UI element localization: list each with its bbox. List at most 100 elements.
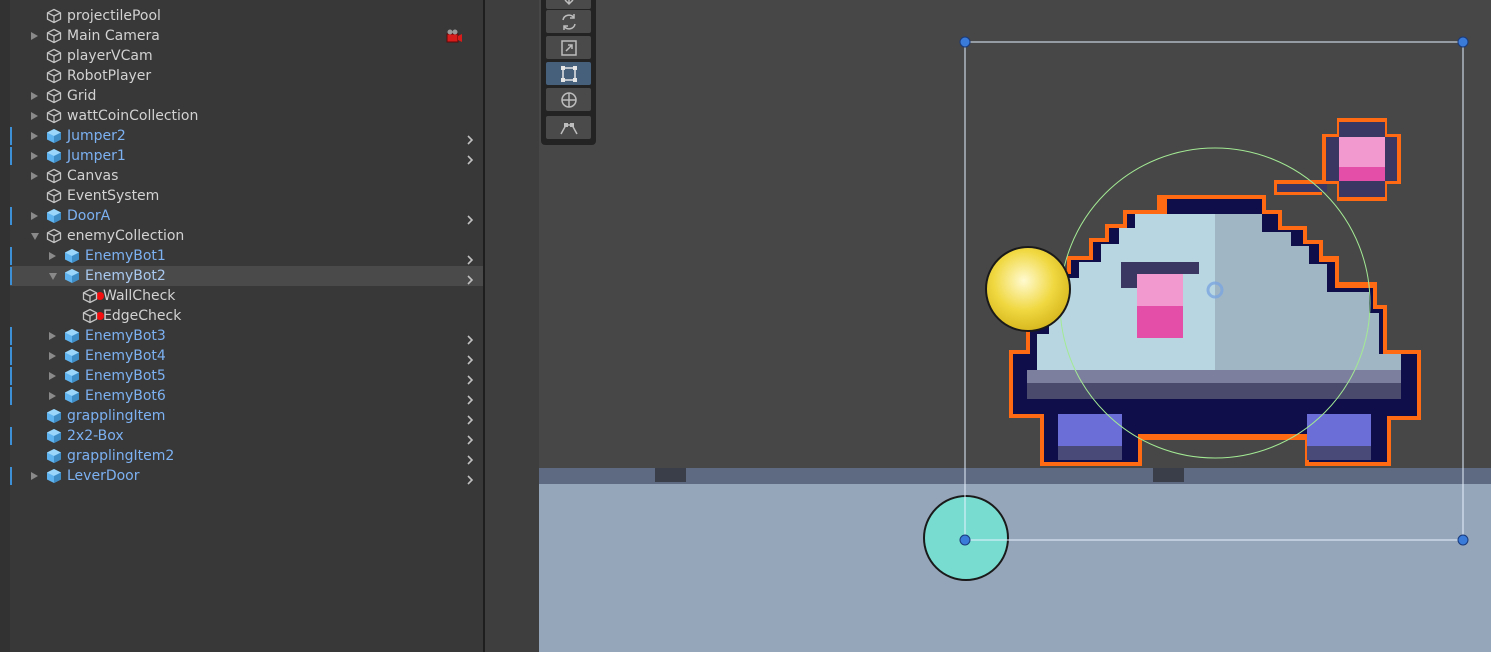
prefab-override-bar: [10, 127, 12, 145]
hierarchy-item-2x2-box[interactable]: 2x2-Box: [10, 426, 483, 446]
rect-tool-button[interactable]: [546, 62, 591, 85]
open-prefab-arrow-icon[interactable]: [465, 211, 475, 225]
open-prefab-arrow-icon[interactable]: [465, 351, 475, 365]
open-prefab-arrow-icon[interactable]: [465, 451, 475, 465]
hierarchy-item-label: EventSystem: [67, 188, 160, 204]
prefab-override-bar: [10, 387, 12, 405]
hierarchy-item-label: Main Camera: [67, 28, 160, 44]
foldout-collapsed-icon[interactable]: [31, 112, 38, 120]
transform-tool-button[interactable]: [546, 88, 591, 111]
scale-tool-button[interactable]: [546, 36, 591, 59]
prefab-cube-icon: [64, 348, 80, 364]
hierarchy-item-label: EnemyBot2: [85, 268, 166, 284]
foldout-expanded-icon[interactable]: [31, 233, 39, 240]
rect-handle-top-right[interactable]: [1457, 36, 1469, 48]
foldout-collapsed-icon[interactable]: [49, 332, 56, 340]
hierarchy-item-label: EdgeCheck: [103, 308, 182, 324]
hierarchy-item-label: EnemyBot4: [85, 348, 166, 364]
gameobject-cube-icon: [46, 28, 62, 44]
hierarchy-item-enemybot4[interactable]: EnemyBot4: [10, 346, 483, 366]
rect-handle-bottom-left[interactable]: [959, 534, 971, 546]
hierarchy-item-doora[interactable]: DoorA: [10, 206, 483, 226]
prefab-cube-icon: [64, 328, 80, 344]
camera-gizmo-icon: [445, 28, 463, 44]
hierarchy-item-enemybot1[interactable]: EnemyBot1: [10, 246, 483, 266]
foldout-collapsed-icon[interactable]: [49, 392, 56, 400]
hierarchy-item-eventsystem[interactable]: EventSystem: [10, 186, 483, 206]
prefab-cube-icon: [64, 388, 80, 404]
hierarchy-item-main-camera[interactable]: Main Camera: [10, 26, 483, 46]
hierarchy-item-leverdoor[interactable]: LeverDoor: [10, 466, 483, 486]
hierarchy-item-label: grapplingItem2: [67, 448, 175, 464]
foldout-collapsed-icon[interactable]: [31, 132, 38, 140]
gameobject-cube-icon: [46, 8, 62, 24]
open-prefab-arrow-icon[interactable]: [465, 271, 475, 285]
open-prefab-arrow-icon[interactable]: [465, 371, 475, 385]
gameobject-cube-icon: [82, 288, 98, 304]
hierarchy-item-jumper1[interactable]: Jumper1: [10, 146, 483, 166]
hierarchy-item-grapplingitem[interactable]: grapplingItem: [10, 406, 483, 426]
hierarchy-item-canvas[interactable]: Canvas: [10, 166, 483, 186]
hierarchy-item-enemybot6[interactable]: EnemyBot6: [10, 386, 483, 406]
hierarchy-item-robotplayer[interactable]: RobotPlayer: [10, 66, 483, 86]
open-prefab-arrow-icon[interactable]: [465, 391, 475, 405]
hierarchy-item-jumper2[interactable]: Jumper2: [10, 126, 483, 146]
foldout-collapsed-icon[interactable]: [49, 252, 56, 260]
open-prefab-arrow-icon[interactable]: [465, 331, 475, 345]
custom-editor-tool-button[interactable]: [546, 116, 591, 139]
rect-handle-top-left[interactable]: [959, 36, 971, 48]
prefab-cube-icon: [46, 208, 62, 224]
hierarchy-item-wattcoincollection[interactable]: wattCoinCollection: [10, 106, 483, 126]
rect-handle-bottom-right[interactable]: [1457, 534, 1469, 546]
rotate-tool-icon: [562, 14, 576, 30]
gameobject-cube-icon: [46, 228, 62, 244]
hierarchy-item-grid[interactable]: Grid: [10, 86, 483, 106]
hierarchy-item-enemybot2[interactable]: EnemyBot2: [10, 266, 483, 286]
gameobject-cube-icon: [46, 68, 62, 84]
hierarchy-item-label: playerVCam: [67, 48, 153, 64]
hierarchy-item-label: EnemyBot1: [85, 248, 166, 264]
scene-tools-toolbar: [541, 0, 596, 145]
hierarchy-item-enemycollection[interactable]: enemyCollection: [10, 226, 483, 246]
prefab-cube-icon: [46, 408, 62, 424]
hierarchy-item-label: Grid: [67, 88, 97, 104]
foldout-collapsed-icon[interactable]: [49, 352, 56, 360]
scene-canvas[interactable]: [539, 0, 1491, 652]
gameobject-cube-icon: [46, 88, 62, 104]
foldout-collapsed-icon[interactable]: [31, 92, 38, 100]
hierarchy-gutter: [0, 0, 10, 652]
open-prefab-arrow-icon[interactable]: [465, 131, 475, 145]
transform-tool-icon: [561, 92, 577, 108]
hierarchy-item-projectilepool[interactable]: projectilePool: [10, 6, 483, 26]
hierarchy-item-label: grapplingItem: [67, 408, 166, 424]
prefab-cube-icon: [46, 428, 62, 444]
wall-check-gizmo[interactable]: [985, 246, 1071, 332]
move-tool-button[interactable]: [546, 0, 591, 9]
foldout-collapsed-icon[interactable]: [31, 172, 38, 180]
open-prefab-arrow-icon[interactable]: [465, 411, 475, 425]
prefab-override-bar: [10, 267, 12, 285]
hierarchy-item-wallcheck[interactable]: WallCheck: [10, 286, 483, 306]
open-prefab-arrow-icon[interactable]: [465, 471, 475, 485]
scene-view-left-margin: [485, 0, 539, 652]
foldout-collapsed-icon[interactable]: [31, 152, 38, 160]
hierarchy-item-grapplingitem2[interactable]: grapplingItem2: [10, 446, 483, 466]
rotate-tool-button[interactable]: [546, 10, 591, 33]
foldout-collapsed-icon[interactable]: [49, 372, 56, 380]
foldout-collapsed-icon[interactable]: [31, 212, 38, 220]
hierarchy-item-edgecheck[interactable]: EdgeCheck: [10, 306, 483, 326]
foldout-collapsed-icon[interactable]: [31, 472, 38, 480]
open-prefab-arrow-icon[interactable]: [465, 431, 475, 445]
hierarchy-item-playervcam[interactable]: playerVCam: [10, 46, 483, 66]
scene-view[interactable]: [539, 0, 1491, 652]
hierarchy-item-label: WallCheck: [103, 288, 176, 304]
foldout-collapsed-icon[interactable]: [31, 32, 38, 40]
hierarchy-item-enemybot3[interactable]: EnemyBot3: [10, 326, 483, 346]
hierarchy-item-enemybot5[interactable]: EnemyBot5: [10, 366, 483, 386]
foldout-expanded-icon[interactable]: [49, 273, 57, 280]
open-prefab-arrow-icon[interactable]: [465, 151, 475, 165]
prefab-cube-icon: [64, 368, 80, 384]
gameobject-cube-icon: [82, 308, 98, 324]
prefab-override-bar: [10, 247, 12, 265]
open-prefab-arrow-icon[interactable]: [465, 251, 475, 265]
